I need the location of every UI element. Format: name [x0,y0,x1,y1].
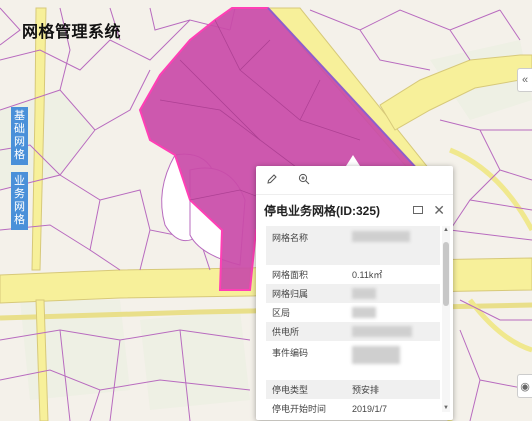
table-row: 网格面积 0.11k㎡ [266,265,440,284]
attr-value: 0.11k㎡ [352,270,383,280]
scroll-up-icon[interactable]: ▲ [442,226,450,234]
attr-value: 2019/1/7 [352,403,388,414]
attr-key: 网格名称 [266,226,346,265]
table-row: 停电开始时间 2019/1/7 [266,399,440,416]
attr-key: 事件编码 [272,348,309,358]
table-row: 区局 [266,303,440,322]
table-row: 网格归属 [266,284,440,303]
zoom-in-icon[interactable] [298,173,310,188]
tab-char: 网 [14,201,25,213]
popup-pointer [346,155,360,166]
table-row: 停电类型 预安排 [266,380,440,399]
popup-scrollbar[interactable]: ▲ ▼ [442,226,450,412]
app-title: 网格管理系统 [22,24,122,41]
close-icon[interactable]: ✕ [433,203,445,217]
tab-business-grid[interactable]: 业 务 网 格 [11,172,28,230]
popup-toolbar [256,166,453,195]
tab-basic-grid[interactable]: 基 础 网 格 [11,107,28,165]
table-row: 网格名称 [266,226,440,265]
attr-value-redacted [346,284,440,303]
pencil-icon[interactable] [266,173,278,188]
attr-value-redacted [346,303,440,322]
popup-header: 停电业务网格(ID:325) ✕ [256,195,453,225]
attribute-list[interactable]: 网格名称 网格面积 0.11k㎡ 网格归属 区局 供电所 事件编码 停电类型 预… [266,226,440,416]
tab-char: 网 [14,136,25,148]
tab-char: 业 [14,175,25,187]
chevron-left-icon: « [521,74,529,86]
attr-value-redacted [346,226,440,265]
locate-button[interactable]: ◉ [517,374,532,398]
collapse-panel-button[interactable]: « [517,68,532,92]
attr-key: 停电开始时间 [272,404,327,414]
restore-icon[interactable] [413,206,424,214]
attr-value: 预安排 [346,380,440,399]
tab-char: 格 [14,214,25,226]
attr-key: 网格面积 [272,270,309,280]
tab-char: 础 [14,123,25,135]
attr-key: 停电类型 [266,380,346,399]
table-row: 供电所 [266,322,440,341]
tab-char: 格 [14,149,25,161]
scroll-thumb[interactable] [443,242,449,306]
attr-key: 供电所 [266,322,346,341]
popup-title: 停电业务网格(ID:325) [264,203,381,218]
tab-char: 务 [14,188,25,200]
attr-value-redacted [346,341,440,380]
table-row: 事件编码 [266,341,440,380]
attr-key: 网格归属 [266,284,346,303]
attr-key: 区局 [272,308,291,318]
scroll-down-icon[interactable]: ▼ [442,404,450,412]
grid-info-popup: 停电业务网格(ID:325) ✕ 网格名称 网格面积 0.11k㎡ 网格归属 区… [256,166,453,420]
attribute-table: 网格名称 网格面积 0.11k㎡ 网格归属 区局 供电所 事件编码 停电类型 预… [266,226,440,416]
attr-value-redacted [346,322,440,341]
tab-char: 基 [14,110,25,122]
popup-actions: ✕ [413,203,445,217]
locate-icon: ◉ [520,380,530,393]
